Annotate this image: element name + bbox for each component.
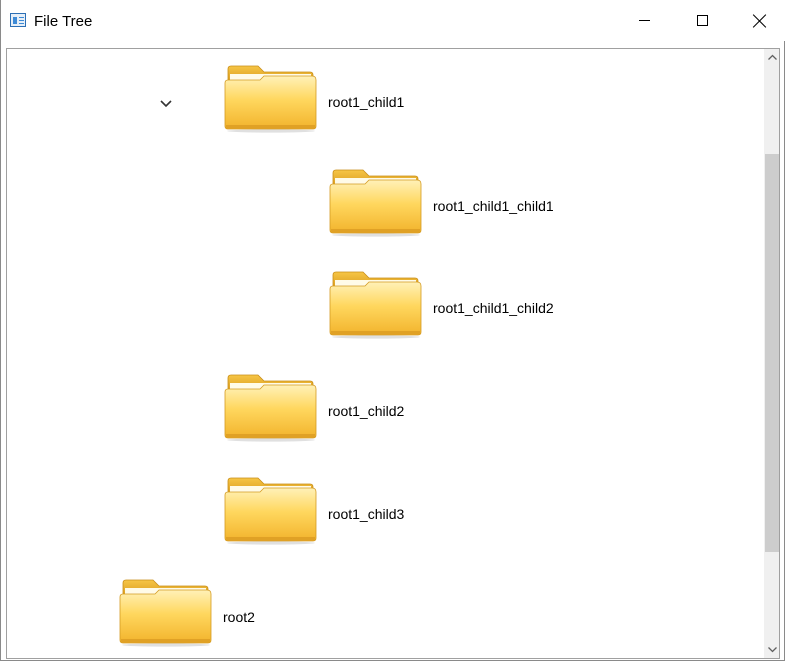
tree-item-root1-child1[interactable]: root1_child1 [7,63,747,133]
file-tree[interactable]: root1_child1 root1_child1_child1 root1_c… [6,48,780,659]
tree-item-root1-child1-child2[interactable]: root1_child1_child2 [7,269,747,339]
vertical-scrollbar[interactable] [764,49,779,658]
chevron-up-icon [768,54,777,60]
folder-icon [224,475,318,545]
chevron-down-icon[interactable] [158,96,174,112]
folder-icon [224,372,318,442]
close-icon [753,14,767,28]
tree-item-root2[interactable]: root2 [7,577,747,647]
tree-item-root1-child2[interactable]: root1_child2 [7,372,747,442]
window-title: File Tree [34,13,93,30]
tree-item-root1-child3[interactable]: root1_child3 [7,475,747,545]
app-icon [10,13,26,27]
folder-icon [329,269,423,339]
tree-item-label: root1_child2 [328,403,405,419]
scroll-down-button[interactable] [764,641,779,658]
maximize-icon [696,15,708,26]
minimize-button[interactable] [615,0,673,41]
file-tree-window: File Tree root1_child1 root1_child1_chil… [0,0,785,661]
tree-item-label: root1_child3 [328,506,405,522]
scrollbar-thumb[interactable] [765,154,779,552]
folder-icon [119,577,213,647]
chevron-down-icon [768,647,777,653]
tree-item-label: root1_child1 [328,94,405,110]
tree-item-label: root1_child1_child1 [433,198,554,214]
tree-item-label: root1_child1_child2 [433,300,554,316]
close-button[interactable] [731,0,785,41]
tree-item-label: root2 [223,609,255,625]
maximize-button[interactable] [673,0,731,41]
minimize-icon [638,20,650,21]
folder-icon [224,63,318,133]
folder-icon [329,167,423,237]
title-bar[interactable]: File Tree [1,0,785,41]
tree-item-root1-child1-child1[interactable]: root1_child1_child1 [7,167,747,237]
scroll-up-button[interactable] [764,49,779,66]
